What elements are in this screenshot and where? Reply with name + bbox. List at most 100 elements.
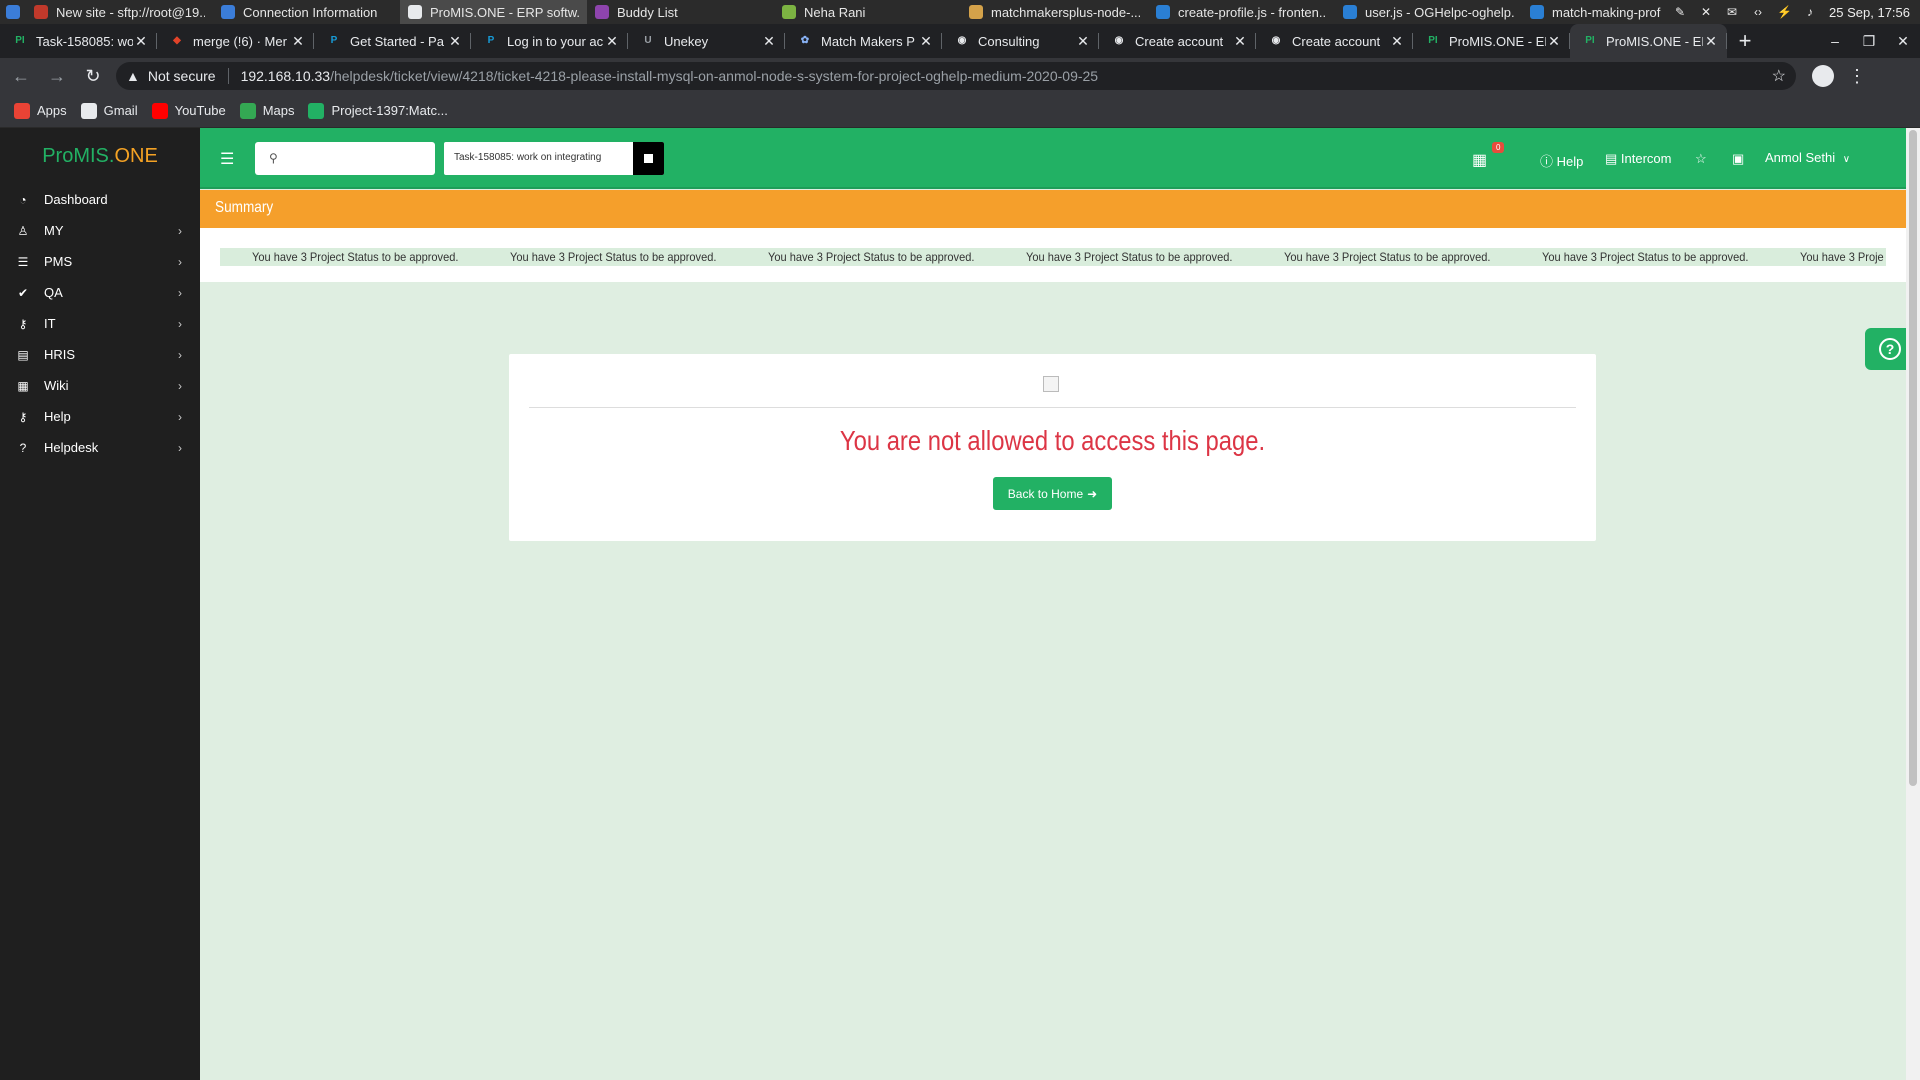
- reload-icon[interactable]: ↻: [78, 61, 108, 91]
- notification-message[interactable]: You have 3 Proje: [1800, 248, 1886, 266]
- mail-icon[interactable]: ✉: [1725, 5, 1739, 19]
- notification-message[interactable]: You have 3 Project Status to be approved…: [1026, 248, 1263, 266]
- bookmark-label: Gmail: [103, 103, 138, 118]
- intercom-link[interactable]: ▤ Intercom: [1605, 151, 1672, 167]
- bookmark-item[interactable]: Project-1397:Matc...: [308, 102, 448, 119]
- browser-tab[interactable]: PI ProMIS.ONE - ER ✕: [1570, 24, 1727, 58]
- bell-muted-icon[interactable]: ✕: [1699, 5, 1713, 19]
- edit-icon[interactable]: ✎: [1673, 5, 1687, 19]
- bookmark-item[interactable]: Gmail: [80, 102, 138, 119]
- network-icon[interactable]: ‹›: [1751, 5, 1765, 19]
- back-to-home-button[interactable]: Back to Home ➜: [993, 477, 1112, 510]
- search-input[interactable]: [285, 142, 431, 175]
- notification-message[interactable]: You have 3 Project Status to be approved…: [768, 248, 1005, 266]
- browser-tab[interactable]: PI ProMIS.ONE - ER ✕: [1413, 24, 1570, 58]
- page-scrollbar[interactable]: [1906, 128, 1920, 1080]
- restore-icon[interactable]: ❐: [1852, 33, 1886, 50]
- app-icon: [595, 5, 609, 19]
- notification-message[interactable]: You have 3 Project Status to be approved…: [1284, 248, 1521, 266]
- sidebar-item-helpdesk[interactable]: ? Helpdesk ›: [0, 432, 200, 463]
- sidebar-item-hris[interactable]: ▤ HRIS ›: [0, 339, 200, 370]
- taskbar-window-item[interactable]: user.js - OGHelpc-oghelp...: [1335, 0, 1522, 24]
- app-icon: [221, 5, 235, 19]
- tab-favicon-icon: ✿: [800, 35, 810, 46]
- browser-tab[interactable]: ◉ Consulting ✕: [942, 24, 1099, 58]
- security-label[interactable]: Not secure: [148, 68, 216, 84]
- maps-icon: [239, 102, 256, 119]
- calendar-icon[interactable]: ▣: [1732, 151, 1744, 167]
- taskbar-window-item[interactable]: ProMIS.ONE - ERP softw...: [400, 0, 587, 24]
- sidebar-item-my[interactable]: ♙ MY ›: [0, 215, 200, 246]
- close-tab-icon[interactable]: ✕: [604, 33, 620, 50]
- browser-tab[interactable]: ◆ merge (!6) · Mer ✕: [157, 24, 314, 58]
- hamburger-menu-icon[interactable]: ☰: [220, 149, 234, 169]
- close-tab-icon[interactable]: ✕: [447, 33, 463, 50]
- warning-icon[interactable]: ▲: [126, 68, 140, 84]
- volume-icon[interactable]: ♪: [1803, 5, 1817, 19]
- close-tab-icon[interactable]: ✕: [1232, 33, 1248, 50]
- notification-message[interactable]: You have 3 Project Status to be approved…: [1542, 248, 1779, 266]
- brand-logo[interactable]: ProMIS. ONE: [0, 128, 200, 184]
- user-menu[interactable]: Anmol Sethi ∨: [1765, 150, 1850, 165]
- close-window-icon[interactable]: ✕: [1886, 33, 1920, 50]
- close-tab-icon[interactable]: ✕: [1546, 33, 1562, 50]
- close-tab-icon[interactable]: ✕: [918, 33, 934, 50]
- bookmark-item[interactable]: Maps: [239, 102, 294, 119]
- sidebar-item-it[interactable]: ⚷ IT ›: [0, 308, 200, 339]
- browser-tab[interactable]: ◉ Create account ✕: [1256, 24, 1413, 58]
- sidebar-item-pms[interactable]: ☰ PMS ›: [0, 246, 200, 277]
- question-circle-icon: ?: [19, 440, 27, 455]
- bookmark-item[interactable]: YouTube: [151, 102, 226, 119]
- close-tab-icon[interactable]: ✕: [133, 33, 149, 50]
- browser-tab[interactable]: P Get Started - Pa ✕: [314, 24, 471, 58]
- minimize-icon[interactable]: –: [1818, 33, 1852, 49]
- browser-tab[interactable]: U Unekey ✕: [628, 24, 785, 58]
- key-icon: ⚷: [18, 316, 28, 331]
- sidebar-item-wiki[interactable]: ▦ Wiki ›: [0, 370, 200, 401]
- stop-timer-button[interactable]: [633, 142, 664, 175]
- taskbar-window-item[interactable]: Buddy List: [587, 0, 774, 24]
- sidebar-item-qa[interactable]: ✔ QA ›: [0, 277, 200, 308]
- power-icon[interactable]: ⚡: [1777, 5, 1792, 19]
- browser-tab[interactable]: ✿ Match Makers P ✕: [785, 24, 942, 58]
- chevron-right-icon: ›: [178, 223, 182, 238]
- close-tab-icon[interactable]: ✕: [290, 33, 306, 50]
- sidebar-item-help[interactable]: ⚷ Help ›: [0, 401, 200, 432]
- new-tab-button[interactable]: +: [1727, 24, 1763, 58]
- help-link[interactable]: ⓘ Help: [1540, 151, 1583, 170]
- os-clock[interactable]: 25 Sep, 17:56: [1823, 5, 1920, 20]
- scrollbar-thumb[interactable]: [1909, 130, 1917, 786]
- close-tab-icon[interactable]: ✕: [1389, 33, 1405, 50]
- taskbar-window-item[interactable]: Connection Information: [213, 0, 400, 24]
- apps-grid-icon[interactable]: ▦: [1472, 150, 1487, 170]
- back-arrow-icon[interactable]: ←: [6, 61, 36, 91]
- tab-favicon-icon: ◆: [173, 35, 181, 46]
- close-tab-icon[interactable]: ✕: [1075, 33, 1091, 50]
- sidebar-item-dashboard[interactable]: ◔ Dashboard: [0, 184, 200, 215]
- taskbar-window-item[interactable]: Neha Rani: [774, 0, 961, 24]
- browser-tab[interactable]: PI Task-158085: wo ✕: [0, 24, 157, 58]
- chevron-right-icon: ›: [178, 285, 182, 300]
- bookmark-label: Apps: [37, 103, 67, 118]
- taskbar-window-item[interactable]: New site - sftp://root@19...: [26, 0, 213, 24]
- current-task-label[interactable]: Task-158085: work on integrating: [454, 152, 634, 163]
- os-start-icon[interactable]: [0, 0, 26, 24]
- taskbar-window-item[interactable]: matchmakersplus-node-...: [961, 0, 1148, 24]
- close-tab-icon[interactable]: ✕: [1703, 33, 1719, 50]
- browser-menu-icon[interactable]: ⋮: [1848, 66, 1866, 87]
- notification-message[interactable]: You have 3 Project Status to be approved…: [510, 248, 747, 266]
- browser-tab[interactable]: ◉ Create account ✕: [1099, 24, 1256, 58]
- address-bar[interactable]: ▲ Not secure 192.168.10.33/helpdesk/tick…: [116, 62, 1796, 90]
- favorite-star-icon[interactable]: ☆: [1695, 151, 1707, 167]
- close-tab-icon[interactable]: ✕: [761, 33, 777, 50]
- taskbar-window-item[interactable]: create-profile.js - fronten...: [1148, 0, 1335, 24]
- sidebar-menu: ◔ Dashboard ♙ MY › ☰ PMS › ✔ QA › ⚷ IT › ▤ HRIS › ▦ Wiki › ⚷…: [0, 184, 200, 463]
- bookmark-item[interactable]: Apps: [14, 102, 67, 119]
- browser-tab[interactable]: P Log in to your ac ✕: [471, 24, 628, 58]
- notification-panel: You have 3 Project Status to be approved…: [200, 228, 1906, 282]
- app-icon: [1530, 5, 1544, 19]
- profile-avatar[interactable]: [1812, 65, 1834, 87]
- forward-arrow-icon[interactable]: →: [42, 61, 72, 91]
- bookmark-star-icon[interactable]: ☆: [1772, 66, 1786, 86]
- notification-message[interactable]: You have 3 Project Status to be approved…: [252, 248, 489, 266]
